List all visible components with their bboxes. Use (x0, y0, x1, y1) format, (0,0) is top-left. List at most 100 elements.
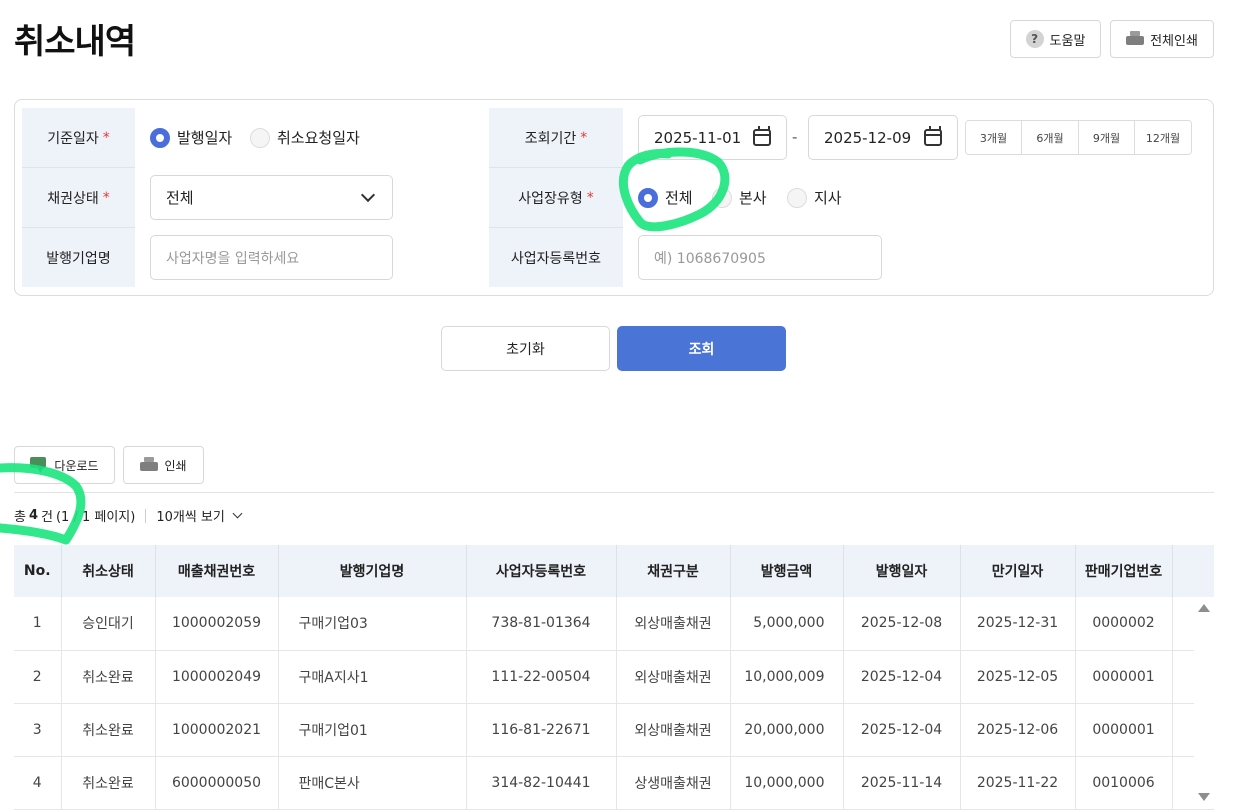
scroll-up-icon[interactable] (1198, 604, 1210, 612)
row-divider (489, 167, 623, 168)
col-header-amount[interactable]: 발행금액 (730, 545, 844, 597)
radio-selected-icon (150, 127, 170, 148)
radio-issue-date[interactable]: 발행일자 (150, 127, 232, 148)
chevron-down-icon (360, 187, 376, 203)
cell-no: 2 (14, 650, 62, 704)
table-row[interactable]: 4 취소완료 6000000050 판매C본사 314-82-10441 상생매… (14, 756, 1214, 810)
period-label: 조회기간 * (489, 108, 623, 167)
cell-due-date: 2025-12-31 (960, 597, 1076, 651)
summary-unit: 건 (41, 510, 53, 525)
cell-issue-date: 2025-11-14 (843, 756, 961, 810)
table-header-row: No. 취소상태 매출채권번호 발행기업명 사업자등록번호 채권구분 발행금액 … (14, 545, 1214, 597)
print-button[interactable]: 인쇄 (123, 446, 204, 484)
cell-issuer-name: 구매A지사1 (278, 650, 467, 704)
period-3m-button[interactable]: 3개월 (966, 121, 1022, 154)
cancel-history-table: No. 취소상태 매출채권번호 발행기업명 사업자등록번호 채권구분 발행금액 … (14, 545, 1214, 810)
summary-count: 4 (28, 508, 39, 523)
result-summary: 총 4 건 (1 / 1 페이지) 10개씩 보기 (14, 506, 243, 525)
base-date-label: 기준일자 * (22, 108, 135, 167)
bond-status-select[interactable]: 전체 (150, 175, 393, 220)
cell-due-date: 2025-11-22 (960, 756, 1076, 810)
cell-no: 3 (14, 703, 62, 757)
radio-selected-icon (638, 187, 658, 208)
cell-due-date: 2025-12-05 (960, 650, 1076, 704)
col-header-seller-number[interactable]: 판매기업번호 (1075, 545, 1173, 597)
col-header-issue-date[interactable]: 발행일자 (843, 545, 961, 597)
period-quick-buttons: 3개월 6개월 9개월 12개월 (965, 120, 1192, 155)
cell-biz-reg-number: 116-81-22671 (466, 703, 617, 757)
radio-site-all[interactable]: 전체 (638, 187, 693, 208)
cell-seller-number: 0010006 (1075, 756, 1173, 810)
table-row[interactable]: 1 승인대기 1000002059 구매기업03 738-81-01364 외상… (14, 597, 1214, 651)
radio-issue-date-label: 발행일자 (177, 129, 233, 147)
col-header-cancel-status[interactable]: 취소상태 (61, 545, 156, 597)
required-mark: * (102, 189, 110, 206)
period-end-value: 2025-12-09 (824, 128, 912, 147)
chevron-down-icon[interactable] (232, 508, 243, 519)
cell-issue-date: 2025-12-04 (843, 650, 961, 704)
table-row[interactable]: 3 취소완료 1000002021 구매기업01 116-81-22671 외상… (14, 703, 1214, 757)
col-header-issuer-name[interactable]: 발행기업명 (278, 545, 467, 597)
col-header-bond-type[interactable]: 채권구분 (616, 545, 731, 597)
cell-amount: 10,000,009 (730, 650, 844, 704)
bond-status-value: 전체 (166, 189, 194, 207)
question-circle-icon: ? (1025, 30, 1044, 48)
period-end-input[interactable]: 2025-12-09 (808, 115, 958, 160)
table-row[interactable]: 2 취소완료 1000002049 구매A지사1 111-22-00504 외상… (14, 650, 1214, 704)
biz-reg-placeholder: 예) 1068670905 (654, 250, 766, 267)
period-start-input[interactable]: 2025-11-01 (638, 115, 787, 160)
period-9m-button[interactable]: 9개월 (1079, 121, 1135, 154)
radio-cancel-request-date[interactable]: 취소요청일자 (250, 127, 360, 148)
site-type-label-text: 사업장유형 (518, 190, 583, 207)
radio-site-head-office[interactable]: 본사 (712, 187, 767, 208)
print-all-button-label: 전체인쇄 (1150, 33, 1198, 49)
issuer-name-input[interactable]: 사업자명을 입력하세요 (150, 235, 393, 280)
period-separator: - (792, 128, 798, 146)
summary-pages: (1 / 1 페이지) (55, 510, 136, 525)
radio-unselected-icon (712, 187, 732, 208)
download-button[interactable]: 다운로드 (14, 446, 115, 484)
cell-bond-type: 외상매출채권 (616, 703, 731, 757)
col-header-biz-reg-number[interactable]: 사업자등록번호 (466, 545, 617, 597)
col-header-due-date[interactable]: 만기일자 (960, 545, 1076, 597)
radio-unselected-icon (787, 187, 807, 208)
cell-cancel-status: 승인대기 (61, 597, 156, 651)
cell-issuer-name: 구매기업01 (278, 703, 467, 757)
reset-button[interactable]: 초기화 (441, 326, 610, 371)
printer-icon (140, 457, 159, 473)
help-button[interactable]: ? 도움말 (1010, 20, 1101, 58)
biz-reg-input[interactable]: 예) 1068670905 (638, 235, 882, 280)
cell-amount: 10,000,000 (730, 756, 844, 810)
list-divider (14, 492, 1214, 493)
cell-bond-type: 상생매출채권 (616, 756, 731, 810)
period-6m-button[interactable]: 6개월 (1022, 121, 1079, 154)
calendar-icon[interactable] (753, 126, 771, 146)
page-title: 취소내역 (14, 22, 136, 62)
calendar-icon[interactable] (924, 126, 942, 146)
cell-cancel-status: 취소완료 (61, 756, 156, 810)
print-all-button[interactable]: 전체인쇄 (1110, 20, 1214, 58)
radio-site-branch[interactable]: 지사 (787, 187, 842, 208)
cell-amount: 20,000,000 (730, 703, 844, 757)
cell-bond-number: 1000002059 (155, 597, 279, 651)
cell-biz-reg-number: 314-82-10441 (466, 756, 617, 810)
issuer-name-label-text: 발행기업명 (46, 250, 111, 267)
site-type-label: 사업장유형 * (489, 168, 623, 227)
period-12m-button[interactable]: 12개월 (1135, 121, 1191, 154)
page-size-select[interactable]: 10개씩 보기 (156, 506, 225, 525)
scroll-down-icon[interactable] (1198, 793, 1210, 801)
col-header-bond-number[interactable]: 매출채권번호 (155, 545, 279, 597)
cell-cancel-status: 취소완료 (61, 703, 156, 757)
cell-bond-number: 6000000050 (155, 756, 279, 810)
cell-biz-reg-number: 738-81-01364 (466, 597, 617, 651)
radio-site-head-office-label: 본사 (739, 189, 767, 207)
cell-bond-number: 1000002021 (155, 703, 279, 757)
cell-biz-reg-number: 111-22-00504 (466, 650, 617, 704)
col-header-no[interactable]: No. (14, 545, 62, 597)
search-button[interactable]: 조회 (617, 326, 786, 371)
radio-cancel-request-date-label: 취소요청일자 (277, 129, 360, 147)
table-scrollbar[interactable] (1194, 598, 1214, 808)
cell-issuer-name: 판매C본사 (278, 756, 467, 810)
issuer-name-label: 발행기업명 (22, 228, 135, 287)
summary-separator (145, 508, 147, 523)
